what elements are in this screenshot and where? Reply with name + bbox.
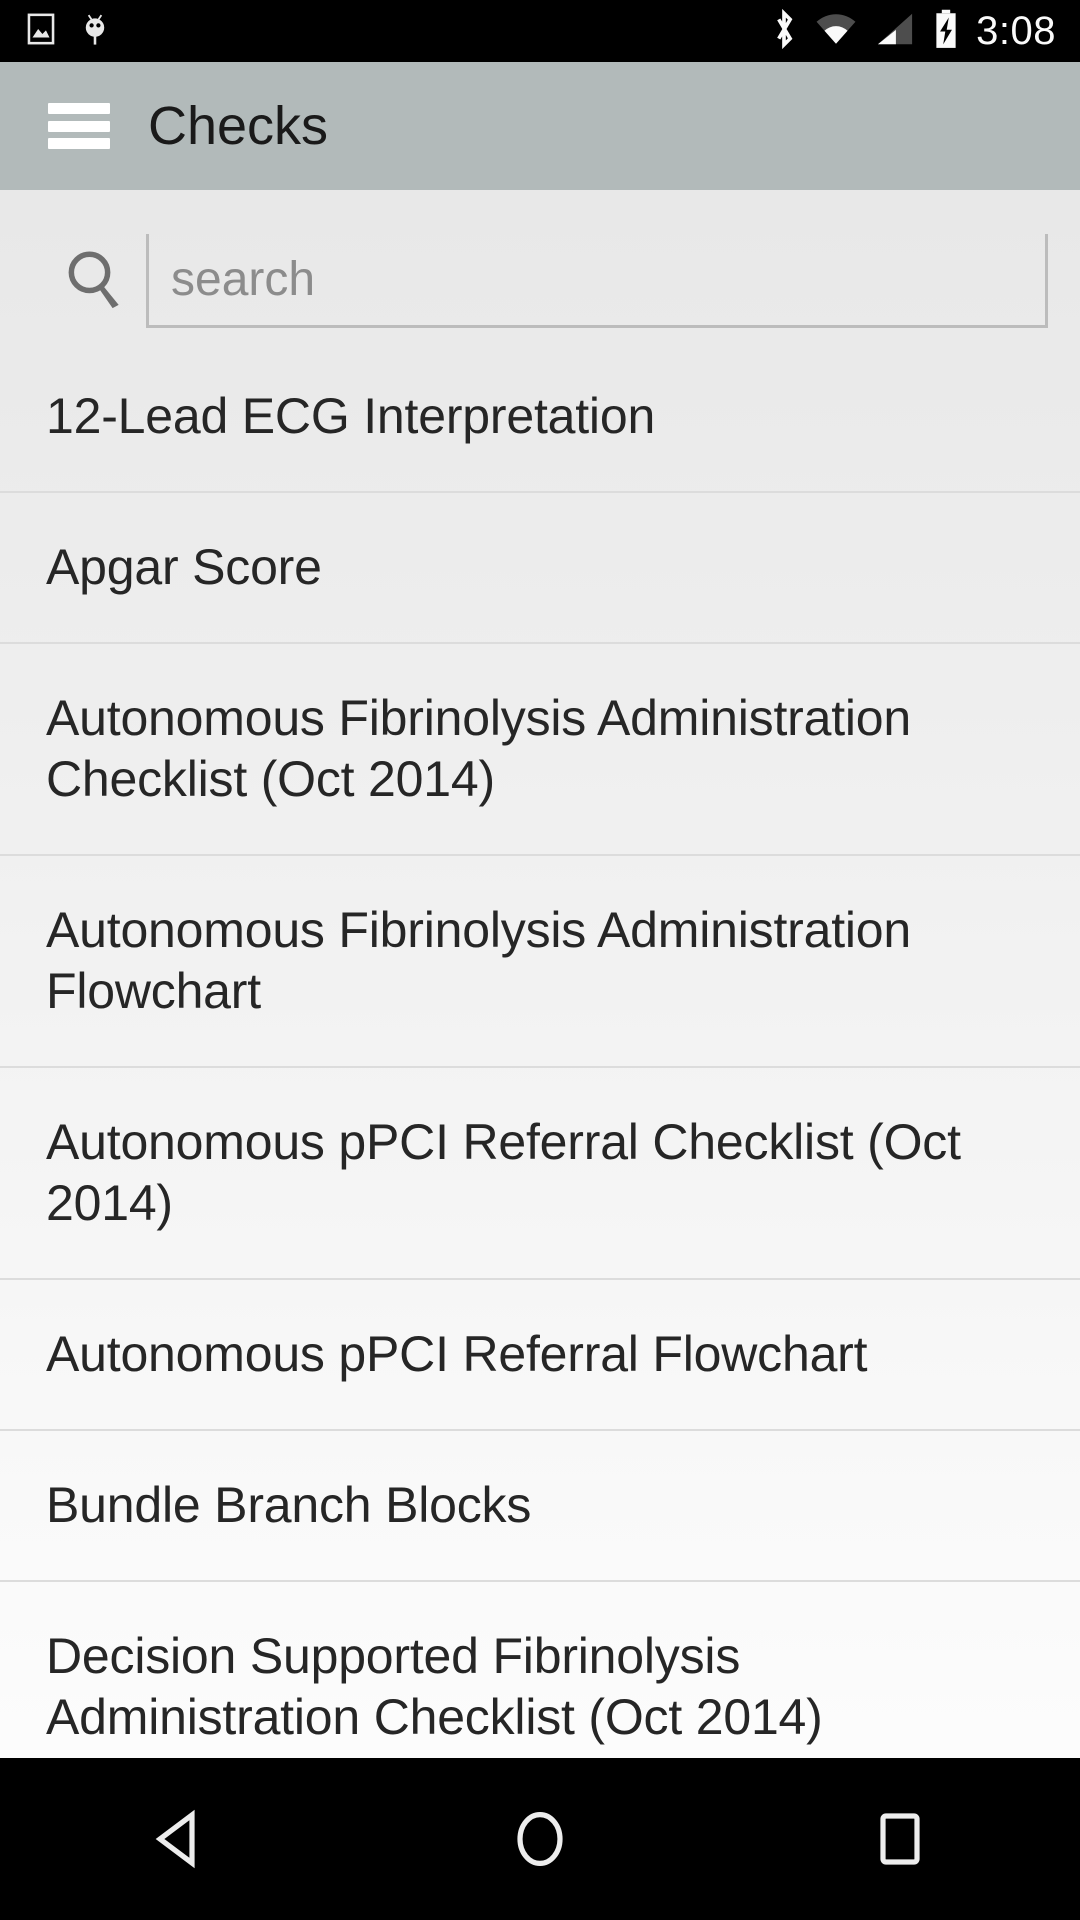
battery-charging-icon: [932, 8, 960, 55]
app-toolbar: Checks: [0, 62, 1080, 190]
list-item-label: Bundle Branch Blocks: [46, 1477, 532, 1533]
list-item[interactable]: Autonomous pPCI Referral Flowchart: [0, 1280, 1080, 1431]
status-bar: 3:08: [0, 0, 1080, 62]
list-item-label: Autonomous Fibrinolysis Administration F…: [46, 902, 912, 1019]
status-bar-right-icons: 3:08: [770, 8, 1080, 55]
list-item-label: Autonomous Fibrinolysis Administration C…: [46, 690, 912, 807]
screenshot-image-icon: [24, 12, 58, 51]
back-triangle-icon[interactable]: [90, 1758, 270, 1920]
list-item[interactable]: Autonomous Fibrinolysis Administration F…: [0, 856, 1080, 1068]
phone-screen: 3:08 Checks 12-Lead ECG Interpretat: [0, 0, 1080, 1920]
list-item-label: 12-Lead ECG Interpretation: [46, 388, 656, 444]
status-bar-clock: 3:08: [976, 9, 1056, 53]
system-navigation-bar: [0, 1758, 1080, 1920]
bluetooth-icon: [770, 8, 798, 55]
wifi-icon: [814, 11, 858, 52]
checks-list: 12-Lead ECG Interpretation Apgar Score A…: [0, 342, 1080, 1758]
list-item[interactable]: Apgar Score: [0, 493, 1080, 644]
status-bar-left-icons: [0, 10, 112, 53]
list-item-label: Decision Supported Fibrinolysis Administ…: [46, 1628, 823, 1745]
search-field-wrapper[interactable]: [146, 234, 1048, 328]
search-bar: [0, 190, 1080, 342]
cellular-signal-icon: [874, 11, 916, 52]
list-item-label: Autonomous pPCI Referral Flowchart: [46, 1326, 868, 1382]
search-input[interactable]: [149, 252, 1045, 307]
search-icon: [62, 246, 128, 317]
list-item-label: Autonomous pPCI Referral Checklist (Oct …: [46, 1114, 961, 1231]
list-item[interactable]: 12-Lead ECG Interpretation: [0, 342, 1080, 493]
list-item-label: Apgar Score: [46, 539, 322, 595]
page-title: Checks: [148, 96, 329, 156]
android-debug-icon: [78, 10, 112, 53]
home-circle-icon[interactable]: [450, 1758, 630, 1920]
content-area: 12-Lead ECG Interpretation Apgar Score A…: [0, 190, 1080, 1758]
hamburger-menu-icon[interactable]: [48, 103, 110, 149]
list-item[interactable]: Decision Supported Fibrinolysis Administ…: [0, 1582, 1080, 1758]
list-item[interactable]: Bundle Branch Blocks: [0, 1431, 1080, 1582]
list-item[interactable]: Autonomous pPCI Referral Checklist (Oct …: [0, 1068, 1080, 1280]
list-item[interactable]: Autonomous Fibrinolysis Administration C…: [0, 644, 1080, 856]
recents-square-icon[interactable]: [810, 1758, 990, 1920]
